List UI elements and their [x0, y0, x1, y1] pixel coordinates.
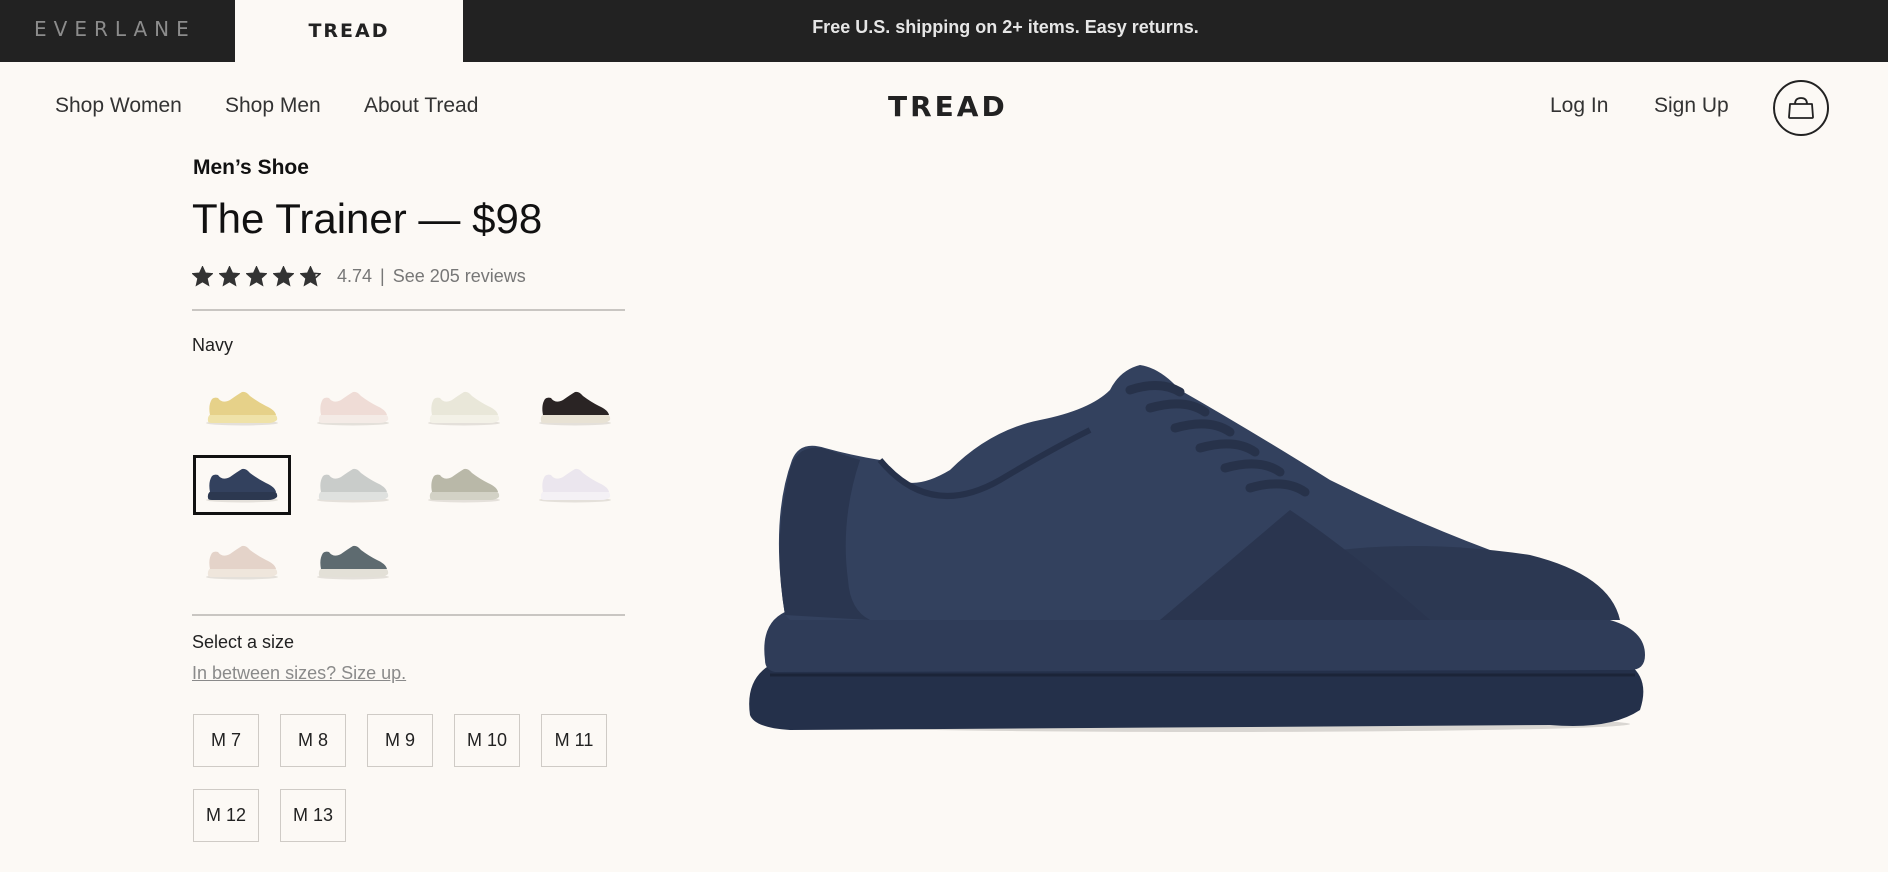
- size-button-m13[interactable]: M 13: [280, 789, 346, 842]
- star-icon: [192, 265, 213, 287]
- rating-stars: [192, 265, 321, 287]
- nav-shop-men[interactable]: Shop Men: [225, 94, 321, 118]
- top-bar: EVERLANE TREAD Free U.S. shipping on 2+ …: [0, 0, 1888, 62]
- color-swatch-navy[interactable]: [193, 455, 291, 515]
- shoe-swatch-icon: [317, 545, 389, 580]
- nav-shop-women[interactable]: Shop Women: [55, 94, 182, 118]
- nav-about-tread[interactable]: About Tread: [364, 94, 478, 118]
- rating-value: 4.74: [337, 265, 373, 286]
- cart-button[interactable]: [1773, 80, 1829, 136]
- color-swatch-cream[interactable]: [415, 378, 513, 438]
- rating-separator: |: [380, 265, 385, 286]
- product-title: The Trainer — $98: [192, 195, 543, 242]
- shoe-swatch-icon: [539, 468, 611, 503]
- color-swatch-lavender-white[interactable]: [526, 455, 624, 515]
- star-icon: [246, 265, 267, 287]
- shoe-swatch-icon: [317, 391, 389, 426]
- product-category: Men’s Shoe: [193, 156, 309, 179]
- see-reviews-link[interactable]: See 205 reviews: [393, 266, 526, 287]
- bag-icon: [1788, 97, 1814, 119]
- shoe-swatch-icon: [206, 468, 278, 503]
- shoe-swatch-icon: [428, 468, 500, 503]
- color-swatch-yellow[interactable]: [193, 378, 291, 438]
- size-label: Select a size: [192, 632, 295, 652]
- color-swatch-slate[interactable]: [304, 532, 402, 592]
- size-up-link[interactable]: In between sizes? Size up.: [192, 663, 406, 684]
- everlane-brand-link[interactable]: EVERLANE: [34, 17, 196, 41]
- selected-color-label: Navy: [192, 335, 234, 355]
- star-icon: [300, 265, 321, 287]
- rating-row: 4.74 | See 205 reviews: [192, 264, 526, 288]
- shoe-swatch-icon: [206, 545, 278, 580]
- color-swatch-blush[interactable]: [193, 532, 291, 592]
- login-link[interactable]: Log In: [1550, 94, 1608, 118]
- color-swatch-light-grey[interactable]: [304, 455, 402, 515]
- size-button-m12[interactable]: M 12: [193, 789, 259, 842]
- shoe-swatch-icon: [206, 391, 278, 426]
- signup-link[interactable]: Sign Up: [1654, 94, 1729, 118]
- shoe-swatch-icon: [539, 391, 611, 426]
- color-swatch-pink[interactable]: [304, 378, 402, 438]
- size-button-m7[interactable]: M 7: [193, 714, 259, 767]
- shoe-icon: [749, 365, 1645, 732]
- product-hero-image: [749, 365, 1645, 732]
- size-button-m9[interactable]: M 9: [367, 714, 433, 767]
- divider: [192, 309, 625, 311]
- shoe-swatch-icon: [317, 468, 389, 503]
- shoe-swatch-icon: [428, 391, 500, 426]
- size-button-m11[interactable]: M 11: [541, 714, 607, 767]
- star-icon: [273, 265, 294, 287]
- star-icon: [219, 265, 240, 287]
- color-swatch-black[interactable]: [526, 378, 624, 438]
- size-button-m10[interactable]: M 10: [454, 714, 520, 767]
- divider: [192, 614, 625, 616]
- color-swatch-sage-grey[interactable]: [415, 455, 513, 515]
- size-button-m8[interactable]: M 8: [280, 714, 346, 767]
- tread-brand-tab[interactable]: TREAD: [235, 0, 463, 62]
- tread-logo[interactable]: TREAD: [888, 90, 1008, 123]
- promo-banner: Free U.S. shipping on 2+ items. Easy ret…: [812, 17, 1199, 37]
